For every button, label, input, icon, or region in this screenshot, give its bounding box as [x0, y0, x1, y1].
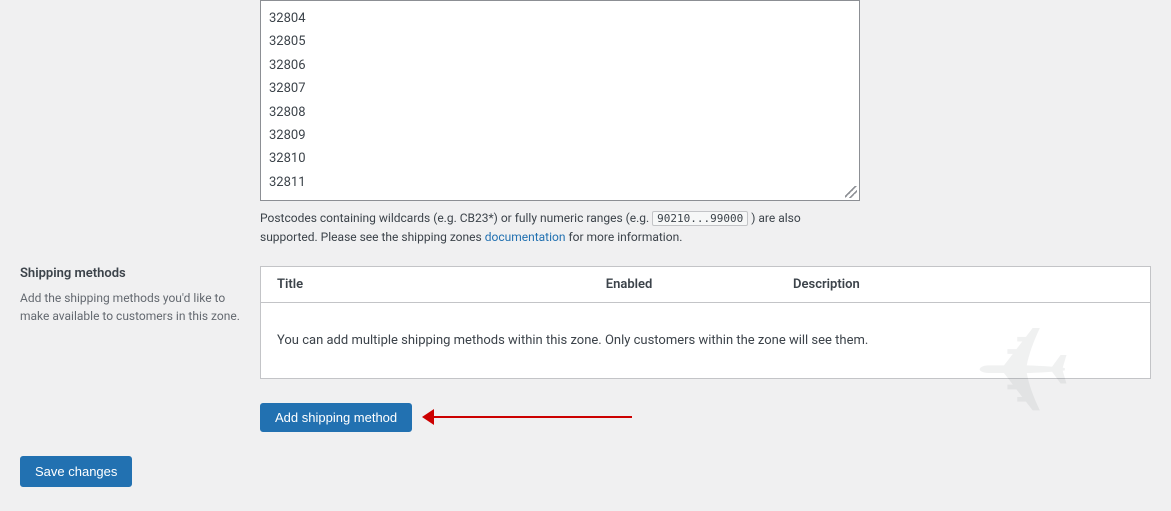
shipping-methods-description: Add the shipping methods you'd like to m… — [20, 289, 240, 325]
arrow-container — [432, 416, 632, 418]
textarea-wrapper: 32804 32805 32806 32807 32808 32809 3281… — [260, 0, 1151, 201]
postcode-area: 32804 32805 32806 32807 32808 32809 3281… — [260, 0, 1151, 246]
hint-text-end: for more information. — [566, 230, 683, 244]
save-row: Save changes — [0, 446, 1171, 497]
top-section: 32804 32805 32806 32807 32808 32809 3281… — [0, 0, 1171, 256]
postcode-line-7: 32810 — [269, 147, 851, 170]
postcode-line-1: 32804 — [269, 7, 851, 30]
save-changes-button[interactable]: Save changes — [20, 456, 132, 487]
postcode-line-3: 32806 — [269, 54, 851, 77]
add-shipping-method-button[interactable]: Add shipping method — [260, 403, 412, 432]
add-method-row: Add shipping method — [240, 389, 1171, 446]
page-wrapper: 32804 32805 32806 32807 32808 32809 3281… — [0, 0, 1171, 511]
textarea-resize-handle[interactable] — [845, 186, 857, 198]
shipping-methods-table: Title Enabled Description ✈ You can add … — [260, 266, 1151, 379]
left-col-empty — [20, 0, 240, 246]
postcode-line-8: 32811 — [269, 171, 851, 194]
table-body: ✈ You can add multiple shipping methods … — [261, 302, 1151, 378]
postcode-line-5: 32808 — [269, 101, 851, 124]
postcode-line-4: 32807 — [269, 77, 851, 100]
hint-text-before: Postcodes containing wildcards (e.g. CB2… — [260, 211, 652, 225]
col-description: Description — [777, 266, 1150, 302]
postcode-line-2: 32805 — [269, 30, 851, 53]
hint-code: 90210...99000 — [652, 211, 748, 226]
documentation-link[interactable]: documentation — [485, 230, 566, 244]
table-header-row: Title Enabled Description — [261, 266, 1151, 302]
table-empty-row: ✈ You can add multiple shipping methods … — [261, 302, 1151, 378]
shipping-methods-section: Shipping methods Add the shipping method… — [0, 256, 1171, 389]
col-title: Title — [261, 266, 482, 302]
section-label: Shipping methods Add the shipping method… — [20, 266, 240, 379]
postcodes-textarea[interactable]: 32804 32805 32806 32807 32808 32809 3281… — [260, 0, 860, 201]
empty-message-cell: ✈ You can add multiple shipping methods … — [261, 302, 1151, 378]
hint-text: Postcodes containing wildcards (e.g. CB2… — [260, 209, 860, 246]
empty-message: You can add multiple shipping methods wi… — [277, 333, 868, 348]
watermark-container: ✈ You can add multiple shipping methods … — [277, 333, 1134, 348]
col-enabled: Enabled — [481, 266, 777, 302]
table-header: Title Enabled Description — [261, 266, 1151, 302]
shipping-methods-label: Shipping methods — [20, 266, 240, 281]
methods-table-wrapper: Title Enabled Description ✈ You can add … — [260, 266, 1151, 379]
arrow-line — [432, 416, 632, 418]
postcode-line-6: 32809 — [269, 124, 851, 147]
postcodes-content: 32804 32805 32806 32807 32808 32809 3281… — [269, 7, 851, 194]
